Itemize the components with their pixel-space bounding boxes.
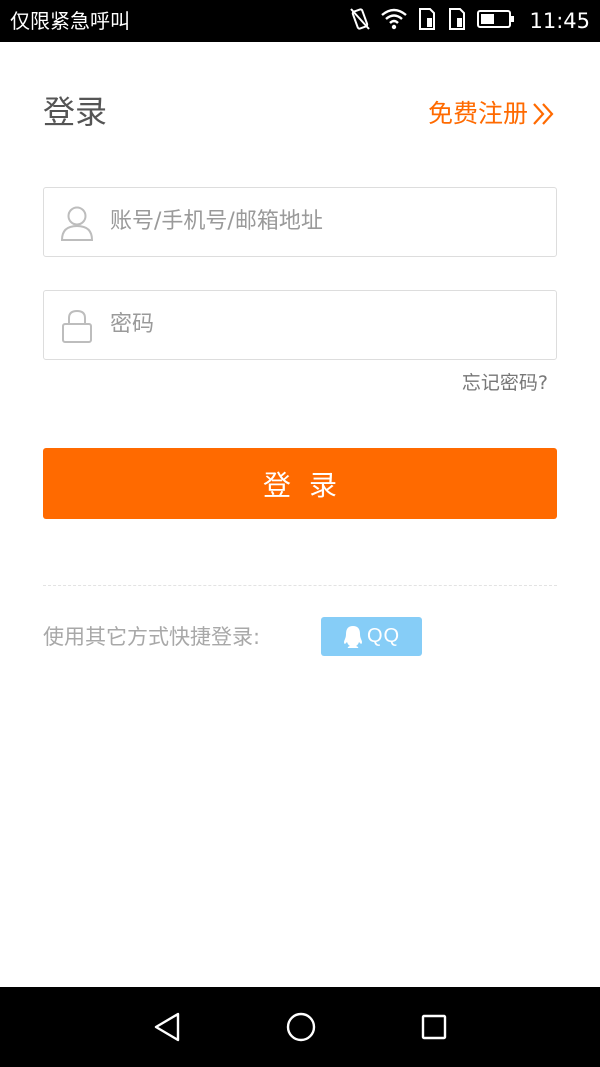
sim1-icon xyxy=(417,7,437,35)
recent-square-icon xyxy=(421,1014,447,1040)
page-title: 登录 xyxy=(43,93,108,131)
back-triangle-icon xyxy=(154,1012,180,1042)
lock-icon xyxy=(62,309,92,343)
register-link[interactable]: 免费注册 xyxy=(428,96,556,132)
login-button[interactable]: 登录 xyxy=(43,448,557,519)
forgot-password-link[interactable]: 忘记密码? xyxy=(462,370,548,396)
register-label: 免费注册 xyxy=(427,99,528,128)
qq-penguin-icon xyxy=(343,625,362,648)
password-input[interactable] xyxy=(110,291,540,357)
carrier-text: 仅限紧急呼叫 xyxy=(10,9,130,33)
recent-apps-button[interactable] xyxy=(412,1007,456,1047)
home-circle-icon xyxy=(286,1012,316,1042)
user-icon xyxy=(60,206,94,241)
status-icons: 11:45 xyxy=(349,6,590,36)
qq-label: QQ xyxy=(366,625,401,647)
divider xyxy=(43,585,557,586)
back-button[interactable] xyxy=(145,1007,189,1047)
account-field[interactable] xyxy=(43,187,557,257)
home-button[interactable] xyxy=(279,1007,323,1047)
clock: 11:45 xyxy=(529,9,590,33)
account-input[interactable] xyxy=(110,188,540,254)
wifi-icon xyxy=(381,8,408,34)
battery-icon xyxy=(477,9,515,33)
vibrate-icon xyxy=(349,7,371,35)
password-field[interactable] xyxy=(43,290,557,360)
navigation-bar xyxy=(0,987,600,1067)
qq-login-button[interactable]: QQ xyxy=(321,617,422,656)
double-chevron-right-icon xyxy=(533,103,554,125)
other-login-label: 使用其它方式快捷登录: xyxy=(43,625,261,649)
status-bar: 仅限紧急呼叫 11:45 xyxy=(0,0,600,42)
sim2-icon xyxy=(447,7,467,35)
